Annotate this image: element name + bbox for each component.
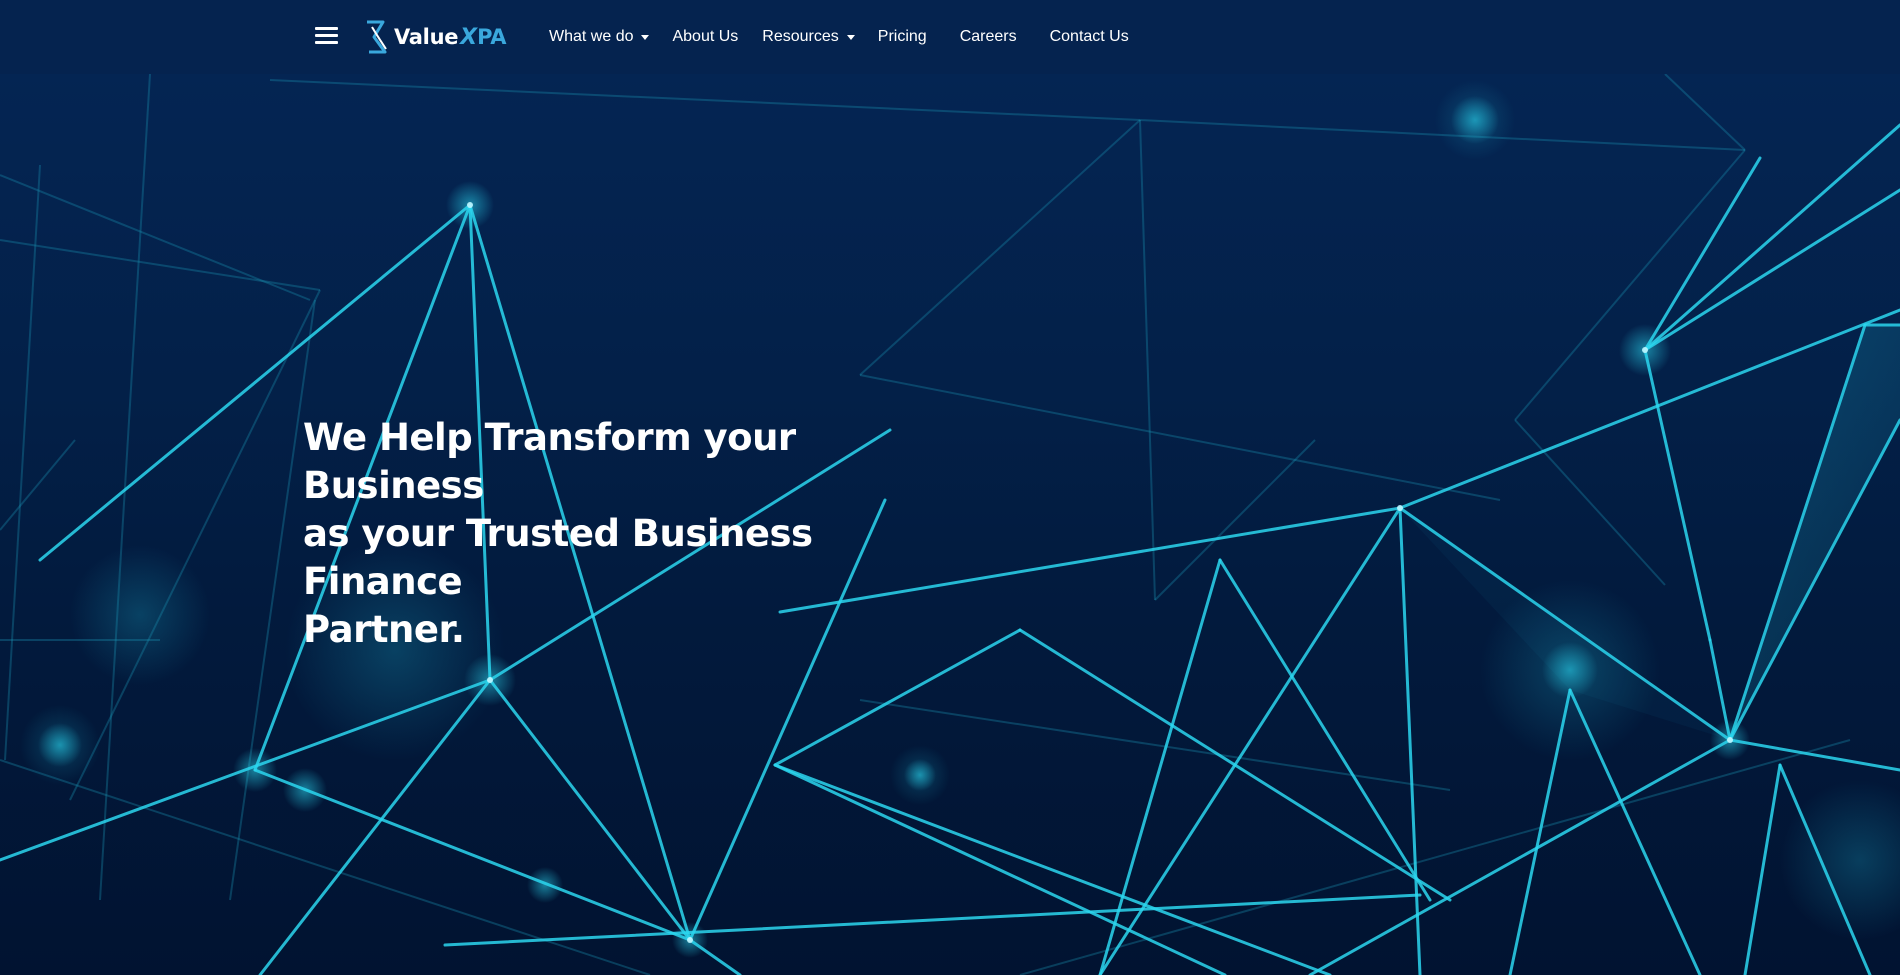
hero-section (0, 74, 1900, 975)
nav-item-careers[interactable]: Careers (960, 28, 1017, 46)
hero-headline-line-3: Partner. (303, 608, 465, 651)
nav-item-label: Careers (959, 28, 1017, 45)
nav-item-label: Resources (762, 28, 839, 45)
logo-text-pa: PA (477, 25, 507, 49)
hero-headline-line-2: as your Trusted Business Finance (303, 512, 813, 603)
hero-headline: We Help Transform your Business as your … (303, 414, 943, 654)
nav-item-pricing[interactable]: Pricing (878, 28, 927, 46)
nav-item-contact-us[interactable]: Contact Us (1050, 28, 1129, 46)
logo-text-value: Value (394, 25, 459, 49)
nav-item-label: About Us (672, 28, 739, 45)
valuexpa-logo-mark-icon (367, 20, 387, 54)
nav-item-resources[interactable]: Resources (762, 28, 855, 46)
logo-text-x: X (460, 24, 478, 50)
nav-item-label: Contact Us (1049, 28, 1129, 45)
hero-headline-line-1: We Help Transform your Business (303, 416, 796, 507)
hamburger-menu-icon[interactable] (312, 24, 342, 48)
brand-logo[interactable]: Value X PA (363, 18, 507, 56)
page: Value X PA What we do About Us Resources… (0, 0, 1900, 975)
nav-item-label: What we do (549, 28, 634, 45)
hero-network-background (0, 74, 1900, 975)
main-nav: What we do About Us Resources Pricing Ca… (549, 0, 1129, 74)
nav-item-about-us[interactable]: About Us (672, 28, 738, 46)
caret-down-icon (641, 35, 650, 40)
nav-item-label: Pricing (877, 28, 927, 45)
nav-item-what-we-do[interactable]: What we do (549, 28, 650, 46)
navbar: Value X PA What we do About Us Resources… (0, 0, 1900, 74)
caret-down-icon (846, 35, 855, 40)
